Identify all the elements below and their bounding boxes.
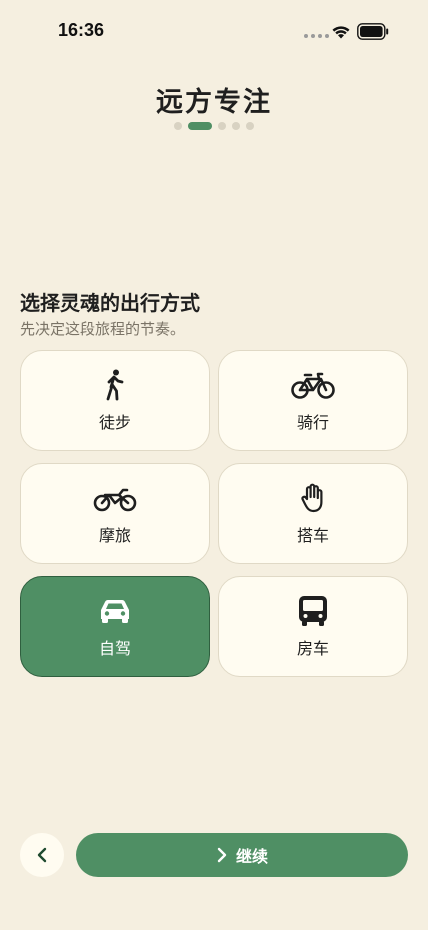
status-bar: 16:36 [0, 0, 428, 64]
option-label: 摩旅 [98, 525, 131, 545]
option-self-drive[interactable]: 自驾 [20, 576, 210, 677]
car-icon [93, 595, 137, 627]
chevron-right-icon [217, 847, 227, 863]
option-label: 房车 [296, 638, 329, 658]
battery-icon [357, 23, 389, 40]
continue-label: 继续 [235, 847, 268, 866]
option-cycling[interactable]: 骑行 [218, 350, 408, 451]
option-hitchhike[interactable]: 搭车 [218, 463, 408, 564]
page-dot [246, 122, 254, 130]
option-label: 徒步 [98, 412, 131, 432]
page-title: 远方专注 [156, 87, 272, 118]
option-label: 骑行 [296, 412, 329, 432]
bus-icon [291, 595, 335, 627]
motorcycle-icon [93, 482, 137, 514]
bicycle-icon [291, 369, 335, 401]
wifi-icon [332, 26, 350, 39]
page-dot [232, 122, 240, 130]
signal-dots-icon [304, 34, 329, 38]
hand-icon [291, 482, 335, 514]
section-title: 选择灵魂的出行方式 [20, 291, 200, 315]
option-rv[interactable]: 房车 [218, 576, 408, 677]
page-dot [218, 122, 226, 130]
option-label: 搭车 [296, 525, 329, 545]
chevron-left-icon [37, 847, 47, 863]
page-dot [174, 122, 182, 130]
option-walking[interactable]: 徒步 [20, 350, 210, 451]
page-indicator [0, 122, 428, 130]
option-label: 自驾 [98, 638, 131, 658]
status-time: 16:36 [58, 20, 105, 40]
back-button[interactable] [20, 833, 64, 877]
travel-mode-grid: 徒步 骑行 摩旅 搭车 自驾 房车 [20, 350, 408, 677]
walking-icon [93, 369, 137, 401]
continue-button[interactable]: 继续 [76, 833, 408, 877]
option-motorcycle[interactable]: 摩旅 [20, 463, 210, 564]
section-subtitle: 先决定这段旅程的节奏。 [20, 320, 186, 338]
page-dot-active [188, 122, 212, 130]
